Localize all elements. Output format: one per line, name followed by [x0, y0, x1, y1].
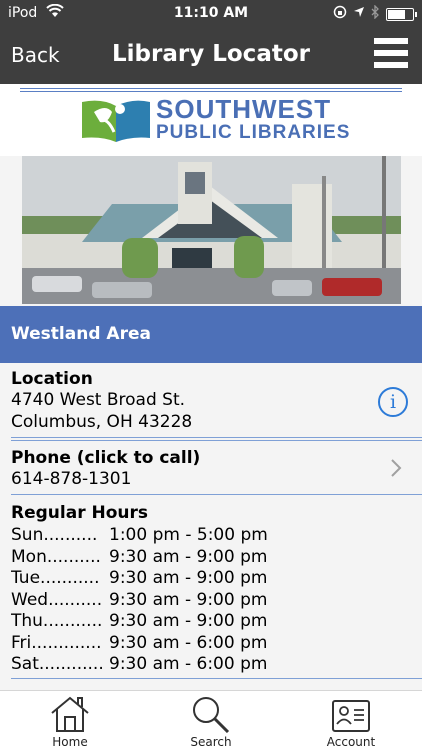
hours-time: 9:30 am - 6:00 pm: [109, 632, 268, 653]
logo-line-2: PUBLIC LIBRARIES: [156, 122, 351, 143]
phone-number[interactable]: 614-878-1301: [11, 468, 422, 490]
hours-row: Sat............ 9:30 am - 6:00 pm: [11, 654, 422, 676]
hours-day: Mon..........: [11, 546, 101, 567]
hours-time: 1:00 pm - 5:00 pm: [109, 525, 268, 545]
hours-time: 9:30 am - 9:00 pm: [109, 611, 268, 631]
address-line-2: Columbus, OH 43228: [11, 412, 193, 432]
tab-home-label: Home: [52, 735, 88, 749]
bluetooth-icon: [371, 4, 380, 23]
hours-time: 9:30 am - 9:00 pm: [109, 546, 268, 567]
chevron-right-icon: [390, 458, 402, 484]
account-card-icon: [332, 700, 370, 732]
status-bar: iPod 11:10 AM: [0, 0, 422, 28]
info-icon[interactable]: i: [378, 387, 408, 417]
tab-account[interactable]: Account: [306, 695, 396, 749]
tab-home[interactable]: Home: [25, 695, 115, 749]
location-heading: Location: [11, 369, 93, 389]
phone-heading: Phone (click to call): [11, 448, 201, 468]
tab-search-label: Search: [190, 735, 232, 749]
hours-day: Thu............: [11, 611, 103, 631]
home-icon: [51, 696, 89, 732]
tab-bar: Home Search Account: [0, 690, 422, 751]
southwest-libraries-logo: SOUTHWEST PUBLIC LIBRARIES: [80, 96, 350, 144]
library-logo-banner: SOUTHWEST PUBLIC LIBRARIES: [0, 84, 422, 156]
hours-row: Fri............. 9:30 am - 6:00 pm: [11, 633, 422, 655]
hours-day: Wed..........: [11, 589, 103, 610]
hours-row: Wed.......... 9:30 am - 9:00 pm: [11, 590, 422, 612]
nav-bar: Back Library Locator: [0, 28, 422, 84]
hours-time: 9:30 am - 6:00 pm: [109, 654, 268, 674]
hours-day: Sun..........: [11, 525, 98, 545]
tab-account-label: Account: [326, 735, 376, 749]
hours-row: Thu............ 9:30 am - 9:00 pm: [11, 611, 422, 633]
hours-row: Mon.......... 9:30 am - 9:00 pm: [11, 547, 422, 569]
page-title: Library Locator: [112, 41, 310, 67]
phone-section[interactable]: Phone (click to call) 614-878-1301: [0, 448, 422, 490]
hours-section: Regular Hours Sun.......... 1:00 pm - 5:0…: [0, 503, 422, 676]
hours-row: Tue........... 9:30 am - 9:00 pm: [11, 568, 422, 590]
library-building-photo: [22, 156, 401, 304]
hours-time: 9:30 am - 9:00 pm: [109, 589, 268, 610]
hours-row: Sun.......... 1:00 pm - 5:00 pm: [11, 525, 422, 547]
hamburger-menu-icon[interactable]: [374, 38, 408, 74]
tab-search[interactable]: Search: [166, 695, 256, 749]
area-name: Westland Area: [11, 324, 151, 344]
location-arrow-icon: [353, 6, 365, 22]
book-leaf-logo-icon: [82, 100, 150, 142]
hours-day: Fri.............: [11, 632, 102, 653]
location-section[interactable]: Location 4740 West Broad St. Columbus, O…: [0, 369, 422, 433]
area-header: Westland Area: [0, 306, 422, 363]
hours-heading: Regular Hours: [11, 503, 149, 523]
battery-icon: [386, 7, 417, 21]
hours-time: 9:30 am - 9:00 pm: [109, 568, 268, 588]
logo-line-1: SOUTHWEST: [156, 94, 332, 124]
search-icon: [193, 697, 230, 733]
hours-day: Tue...........: [11, 568, 100, 588]
hours-day: Sat............: [11, 654, 103, 674]
address-line-1: 4740 West Broad St.: [11, 390, 186, 410]
orientation-lock-icon: [333, 5, 347, 23]
